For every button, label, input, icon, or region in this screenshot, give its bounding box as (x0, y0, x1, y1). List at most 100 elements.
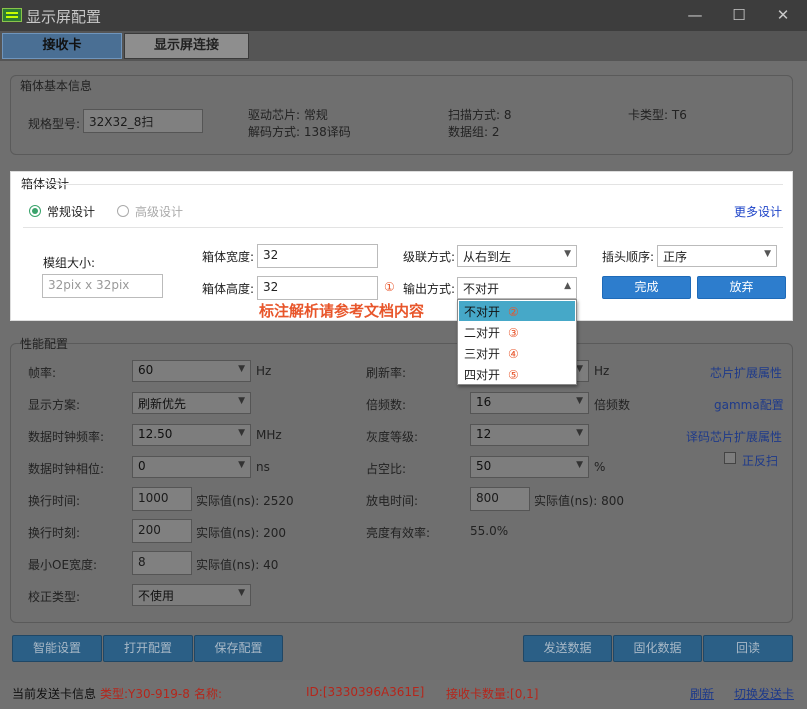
normal-design-label: 常规设计 (47, 205, 96, 219)
brightness-value: 55.0% (470, 524, 509, 538)
tab-receive-card[interactable]: 接收卡 (2, 33, 122, 59)
status-receiver-count: 接收卡数量:[0,1] (446, 687, 539, 701)
line-moment-label: 换行时刻: (28, 526, 81, 540)
line-moment-actual: 实际值(ns): 200 (196, 526, 286, 540)
multiplier-value: 16 (476, 395, 492, 409)
chevron-down-icon: ▼ (238, 588, 245, 598)
module-size-field[interactable]: 32pix x 32pix (42, 274, 163, 298)
minimize-button[interactable]: — (680, 5, 710, 25)
driver-chip: 驱动芯片: 常规 (248, 108, 328, 122)
correction-select[interactable]: 不使用 ▼ (132, 584, 251, 606)
chevron-down-icon: ▼ (764, 249, 771, 259)
clock-freq-value: 12.50 (138, 427, 173, 441)
scan-mode: 扫描方式: 8 (448, 108, 512, 122)
title-bar: 显示屏配置 — ☐ ✕ (0, 0, 807, 31)
line-moment-field[interactable]: 200 (132, 519, 192, 543)
multiplier-select[interactable]: 16 ▼ (470, 392, 589, 414)
clock-phase-select[interactable]: 0 ▼ (132, 456, 251, 478)
discharge-actual: 实际值(ns): 800 (534, 494, 624, 508)
discard-button[interactable]: 放弃 (697, 276, 786, 299)
tab-bar: 接收卡 显示屏连接 (0, 31, 807, 61)
dropdown-item[interactable]: 二对开 ③ (459, 322, 575, 342)
normal-design-radio[interactable] (29, 205, 41, 217)
model-field[interactable]: 32X32_8扫 (83, 109, 203, 133)
reverse-scan-checkbox[interactable] (724, 452, 736, 464)
output-mode-dropdown: 不对开 ② 二对开 ③ 三对开 ④ 四对开 ⑤ (457, 299, 577, 385)
data-groups: 数据组: 2 (448, 125, 500, 139)
multiplier-label: 倍频数: (366, 398, 407, 412)
annotation-note: 标注解析请参考文档内容 (259, 302, 425, 320)
readback-button[interactable]: 回读 (703, 635, 793, 662)
display-mode-select[interactable]: 刷新优先 ▼ (132, 392, 251, 414)
output-mode-select[interactable]: 不对开 ▲ (457, 277, 577, 299)
box-width-label: 箱体宽度: (202, 250, 255, 264)
annotation-marker-4: ④ (508, 347, 519, 361)
chevron-down-icon: ▼ (576, 364, 583, 374)
box-height-label: 箱体高度: (202, 282, 255, 296)
switch-sender-link[interactable]: 切换发送卡 (734, 685, 794, 702)
solidify-data-button[interactable]: 固化数据 (613, 635, 702, 662)
duty-select[interactable]: 50 ▼ (470, 456, 589, 478)
tab-screen-connection[interactable]: 显示屏连接 (124, 33, 249, 59)
chevron-down-icon: ▼ (238, 428, 245, 438)
refresh-link[interactable]: 刷新 (690, 685, 714, 702)
done-button[interactable]: 完成 (602, 276, 691, 299)
line-time-field[interactable]: 1000 (132, 487, 192, 511)
advanced-design-radio[interactable] (117, 205, 129, 217)
plug-order-select[interactable]: 正序 ▼ (657, 245, 777, 267)
dropdown-item[interactable]: 三对开 ④ (459, 343, 575, 363)
frame-rate-select[interactable]: 60 ▼ (132, 360, 251, 382)
clock-phase-value: 0 (138, 459, 146, 473)
chip-ext-link[interactable]: 芯片扩展属性 (710, 364, 782, 381)
clock-freq-select[interactable]: 12.50 ▼ (132, 424, 251, 446)
cascade-select[interactable]: 从右到左 ▼ (457, 245, 577, 267)
frame-rate-value: 60 (138, 363, 154, 377)
send-data-button[interactable]: 发送数据 (523, 635, 612, 662)
annotation-marker-5: ⑤ (508, 368, 519, 382)
dropdown-item[interactable]: 四对开 ⑤ (459, 364, 575, 384)
chevron-down-icon: ▼ (238, 364, 245, 374)
save-config-button[interactable]: 保存配置 (194, 635, 283, 662)
decode-ext-link[interactable]: 译码芯片扩展属性 (686, 428, 782, 445)
min-oe-actual: 实际值(ns): 40 (196, 558, 279, 572)
duty-value: 50 (476, 459, 492, 473)
divider (23, 227, 783, 228)
box-height-field[interactable]: 32 (257, 276, 378, 300)
maximize-button[interactable]: ☐ (724, 5, 754, 25)
window-title: 显示屏配置 (26, 8, 102, 26)
chevron-down-icon: ▼ (238, 460, 245, 470)
smart-setup-button[interactable]: 智能设置 (12, 635, 102, 662)
clock-freq-label: 数据时钟频率: (28, 430, 105, 444)
more-design-link[interactable]: 更多设计 (734, 203, 782, 220)
chevron-down-icon: ▼ (564, 249, 571, 259)
dropdown-item[interactable]: 不对开 ② (459, 301, 575, 321)
gray-level-select[interactable]: 12 ▼ (470, 424, 589, 446)
display-mode-value: 刷新优先 (138, 397, 187, 411)
refresh-rate-label: 刷新率: (366, 366, 407, 380)
min-oe-field[interactable]: 8 (132, 551, 192, 575)
clock-freq-unit: MHz (256, 428, 282, 442)
chevron-down-icon: ▼ (238, 396, 245, 406)
clock-phase-unit: ns (256, 460, 270, 474)
correction-label: 校正类型: (28, 590, 81, 604)
status-label: 当前发送卡信息 (12, 687, 97, 701)
line-time-label: 换行时间: (28, 494, 81, 508)
reverse-scan-label: 正反扫 (742, 454, 779, 468)
card-type: 卡类型: T6 (628, 108, 687, 122)
frame-rate-label: 帧率: (28, 366, 57, 380)
status-bar: 当前发送卡信息 类型:Y30-919-80 名称: ID:[3330396A36… (0, 680, 807, 709)
plug-order-value: 正序 (663, 250, 688, 264)
performance-panel (10, 343, 793, 623)
performance-title: 性能配置 (20, 337, 69, 351)
open-config-button[interactable]: 打开配置 (103, 635, 193, 662)
gamma-link[interactable]: gamma配置 (714, 396, 784, 413)
annotation-marker-2: ② (508, 305, 519, 319)
correction-value: 不使用 (138, 589, 175, 603)
annotation-marker-3: ③ (508, 326, 519, 340)
output-mode-value: 不对开 (463, 282, 500, 296)
close-button[interactable]: ✕ (768, 5, 798, 25)
discharge-field[interactable]: 800 (470, 487, 530, 511)
dropdown-item-label: 二对开 (464, 326, 501, 340)
box-width-field[interactable]: 32 (257, 244, 378, 268)
gray-level-value: 12 (476, 427, 492, 441)
